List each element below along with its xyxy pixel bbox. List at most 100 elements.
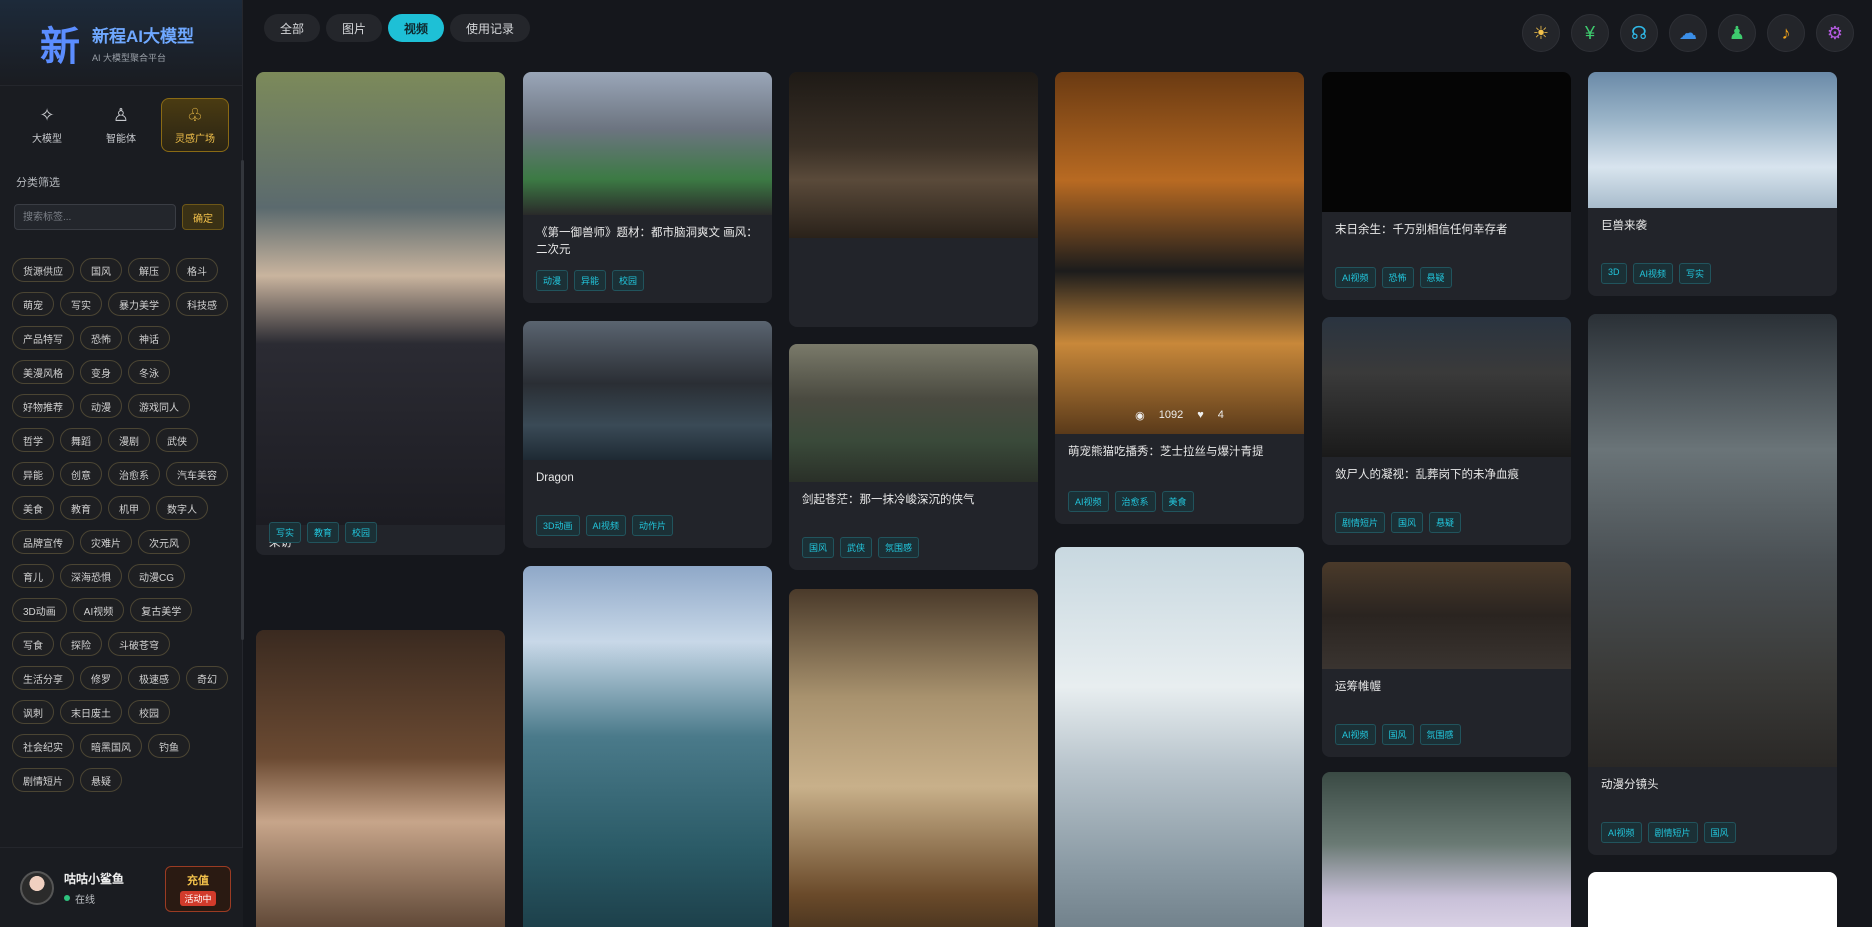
video-thumbnail[interactable] xyxy=(1322,562,1571,669)
filter-tag[interactable]: 武侠 xyxy=(156,428,198,452)
video-thumbnail[interactable] xyxy=(1055,547,1304,927)
tab-usage-records[interactable]: 使用记录 xyxy=(450,14,531,42)
filter-tag[interactable]: 舞蹈 xyxy=(60,428,102,452)
card-tag[interactable]: 写实 xyxy=(1679,263,1712,284)
filter-tag[interactable]: 机甲 xyxy=(108,496,150,520)
recharge-button[interactable]: 充值 活动中 xyxy=(165,866,231,912)
filter-tag[interactable]: 写食 xyxy=(12,632,54,656)
video-card[interactable] xyxy=(256,630,505,927)
nav-tab-agents[interactable]: ♙ 智能体 xyxy=(87,98,155,152)
card-tag[interactable]: AI视频 xyxy=(1632,263,1674,284)
video-card[interactable] xyxy=(789,72,1038,327)
filter-tag[interactable]: 3D动画 xyxy=(12,598,67,622)
headset-icon[interactable]: ☊ xyxy=(1620,14,1658,52)
filter-tag[interactable]: 变身 xyxy=(80,360,122,384)
filter-tag[interactable]: 国风 xyxy=(80,258,122,282)
filter-tag[interactable]: 品牌宣传 xyxy=(12,530,74,554)
card-tag[interactable]: 写实 xyxy=(269,522,302,543)
filter-tag[interactable]: 悬疑 xyxy=(80,768,122,792)
video-thumbnail[interactable]: ◉ 1092 ♥ 4 xyxy=(1055,72,1304,434)
video-card[interactable] xyxy=(789,589,1038,927)
filter-tag[interactable]: 好物推荐 xyxy=(12,394,74,418)
video-thumbnail[interactable] xyxy=(523,566,772,927)
filter-tag[interactable]: 灾难片 xyxy=(80,530,132,554)
filter-tag[interactable]: 游戏同人 xyxy=(128,394,190,418)
nav-tab-inspiration[interactable]: ♧ 灵感广场 xyxy=(161,98,229,152)
card-tag[interactable]: 治愈系 xyxy=(1114,491,1156,512)
filter-tag[interactable]: 动漫 xyxy=(80,394,122,418)
card-tag[interactable]: AI视频 xyxy=(1601,822,1642,843)
filter-tag[interactable]: 钓鱼 xyxy=(148,734,190,758)
brand[interactable]: 新 新程AI大模型 AI 大模型聚合平台 xyxy=(0,0,242,86)
user-agent-icon[interactable]: ♟ xyxy=(1718,14,1756,52)
video-card[interactable] xyxy=(1055,547,1304,927)
filter-tag[interactable]: 社会纪实 xyxy=(12,734,74,758)
tab-videos[interactable]: 视频 xyxy=(388,14,445,42)
filter-tag[interactable]: 冬泳 xyxy=(128,360,170,384)
card-tag[interactable]: 国风 xyxy=(1703,822,1736,843)
tab-all[interactable]: 全部 xyxy=(264,14,321,42)
card-tag[interactable]: 动作片 xyxy=(632,515,674,536)
video-card[interactable] xyxy=(523,566,772,927)
cloud-api-icon[interactable]: ☁ xyxy=(1669,14,1707,52)
video-thumbnail[interactable] xyxy=(789,72,1038,238)
tab-images[interactable]: 图片 xyxy=(326,14,383,42)
video-thumbnail[interactable] xyxy=(523,321,772,460)
filter-tag[interactable]: 育儿 xyxy=(12,564,54,588)
video-card[interactable]: 末日余生：千万别相信任何幸存者 AI视频 恐怖 悬疑 xyxy=(1322,72,1571,300)
card-tag[interactable]: 氛围感 xyxy=(878,537,920,558)
video-card[interactable] xyxy=(1322,772,1571,927)
filter-tag[interactable]: 校园 xyxy=(128,700,170,724)
bell-icon[interactable]: ♪ xyxy=(1767,14,1805,52)
video-card[interactable]: 敛尸人的凝视：乱葬岗下的未净血痕 剧情短片 国风 悬疑 xyxy=(1322,317,1571,545)
video-thumbnail[interactable] xyxy=(1322,72,1571,212)
video-thumbnail[interactable] xyxy=(1322,317,1571,457)
video-thumbnail[interactable] xyxy=(1588,72,1837,208)
filter-tag[interactable]: 萌宠 xyxy=(12,292,54,316)
filter-tag[interactable]: 修罗 xyxy=(80,666,122,690)
filter-tag[interactable]: 神话 xyxy=(128,326,170,350)
filter-tag[interactable]: 写实 xyxy=(60,292,102,316)
filter-tag[interactable]: 复古美学 xyxy=(130,598,193,622)
video-thumbnail[interactable] xyxy=(789,589,1038,927)
video-card[interactable]: 运筹帷幄 AI视频 国风 氛围感 xyxy=(1322,562,1571,757)
video-thumbnail[interactable] xyxy=(1588,314,1837,767)
nav-tab-models[interactable]: ✧ 大模型 xyxy=(13,98,81,152)
filter-tag[interactable]: 漫剧 xyxy=(108,428,150,452)
video-thumbnail[interactable] xyxy=(256,630,505,927)
card-tag[interactable]: 异能 xyxy=(574,270,607,291)
video-thumbnail[interactable] xyxy=(1322,772,1571,927)
filter-tag[interactable]: 解压 xyxy=(128,258,170,282)
video-card[interactable]: 《第一御兽师》题材：都市脑洞爽文 画风：二次元 动漫 异能 校园 xyxy=(523,72,772,303)
filter-tag[interactable]: 极速感 xyxy=(128,666,180,690)
filter-tag[interactable]: 美漫风格 xyxy=(12,360,74,384)
currency-icon[interactable]: ¥ xyxy=(1571,14,1609,52)
avatar[interactable] xyxy=(20,870,54,905)
card-tag[interactable]: 动漫 xyxy=(536,270,569,291)
filter-tag[interactable]: 美食 xyxy=(12,496,54,520)
video-card[interactable]: 巨兽来袭 3D AI视频 写实 xyxy=(1588,72,1837,296)
video-card[interactable]: Dragon 3D动画 AI视频 动作片 xyxy=(523,321,772,548)
card-tag[interactable]: 氛围感 xyxy=(1419,724,1461,745)
filter-tag[interactable]: 治愈系 xyxy=(108,462,160,486)
heart-icon[interactable]: ♥ xyxy=(1197,409,1204,422)
video-card[interactable]: 剑起苍茫：那一抹冷峻深沉的侠气 国风 武侠 氛围感 xyxy=(789,344,1038,570)
card-tag[interactable]: 国风 xyxy=(802,537,835,558)
filter-tag[interactable]: 斗破苍穹 xyxy=(108,632,170,656)
filter-tag[interactable]: 奇幻 xyxy=(186,666,228,690)
filter-tag[interactable]: 剧情短片 xyxy=(12,768,74,792)
filter-tag[interactable]: 末日废土 xyxy=(60,700,122,724)
video-card[interactable]: 采访 写实 教育 校园 xyxy=(256,72,505,555)
filter-tag[interactable]: 科技感 xyxy=(176,292,228,316)
filter-tag[interactable]: 产品特写 xyxy=(12,326,74,350)
sidebar-scrollbar[interactable] xyxy=(241,160,244,640)
card-tag[interactable]: 校园 xyxy=(612,270,645,291)
card-tag[interactable]: 悬疑 xyxy=(1429,512,1462,533)
confirm-button[interactable]: 确定 xyxy=(182,204,224,230)
video-card[interactable]: 动漫分镜头 AI视频 剧情短片 国风 xyxy=(1588,314,1837,855)
filter-tag[interactable]: 汽车美容 xyxy=(166,462,228,486)
filter-tag[interactable]: 探险 xyxy=(60,632,102,656)
filter-tag[interactable]: 暗黑国风 xyxy=(80,734,142,758)
filter-tag[interactable]: 讽刺 xyxy=(12,700,54,724)
sun-icon[interactable]: ☀ xyxy=(1522,14,1560,52)
